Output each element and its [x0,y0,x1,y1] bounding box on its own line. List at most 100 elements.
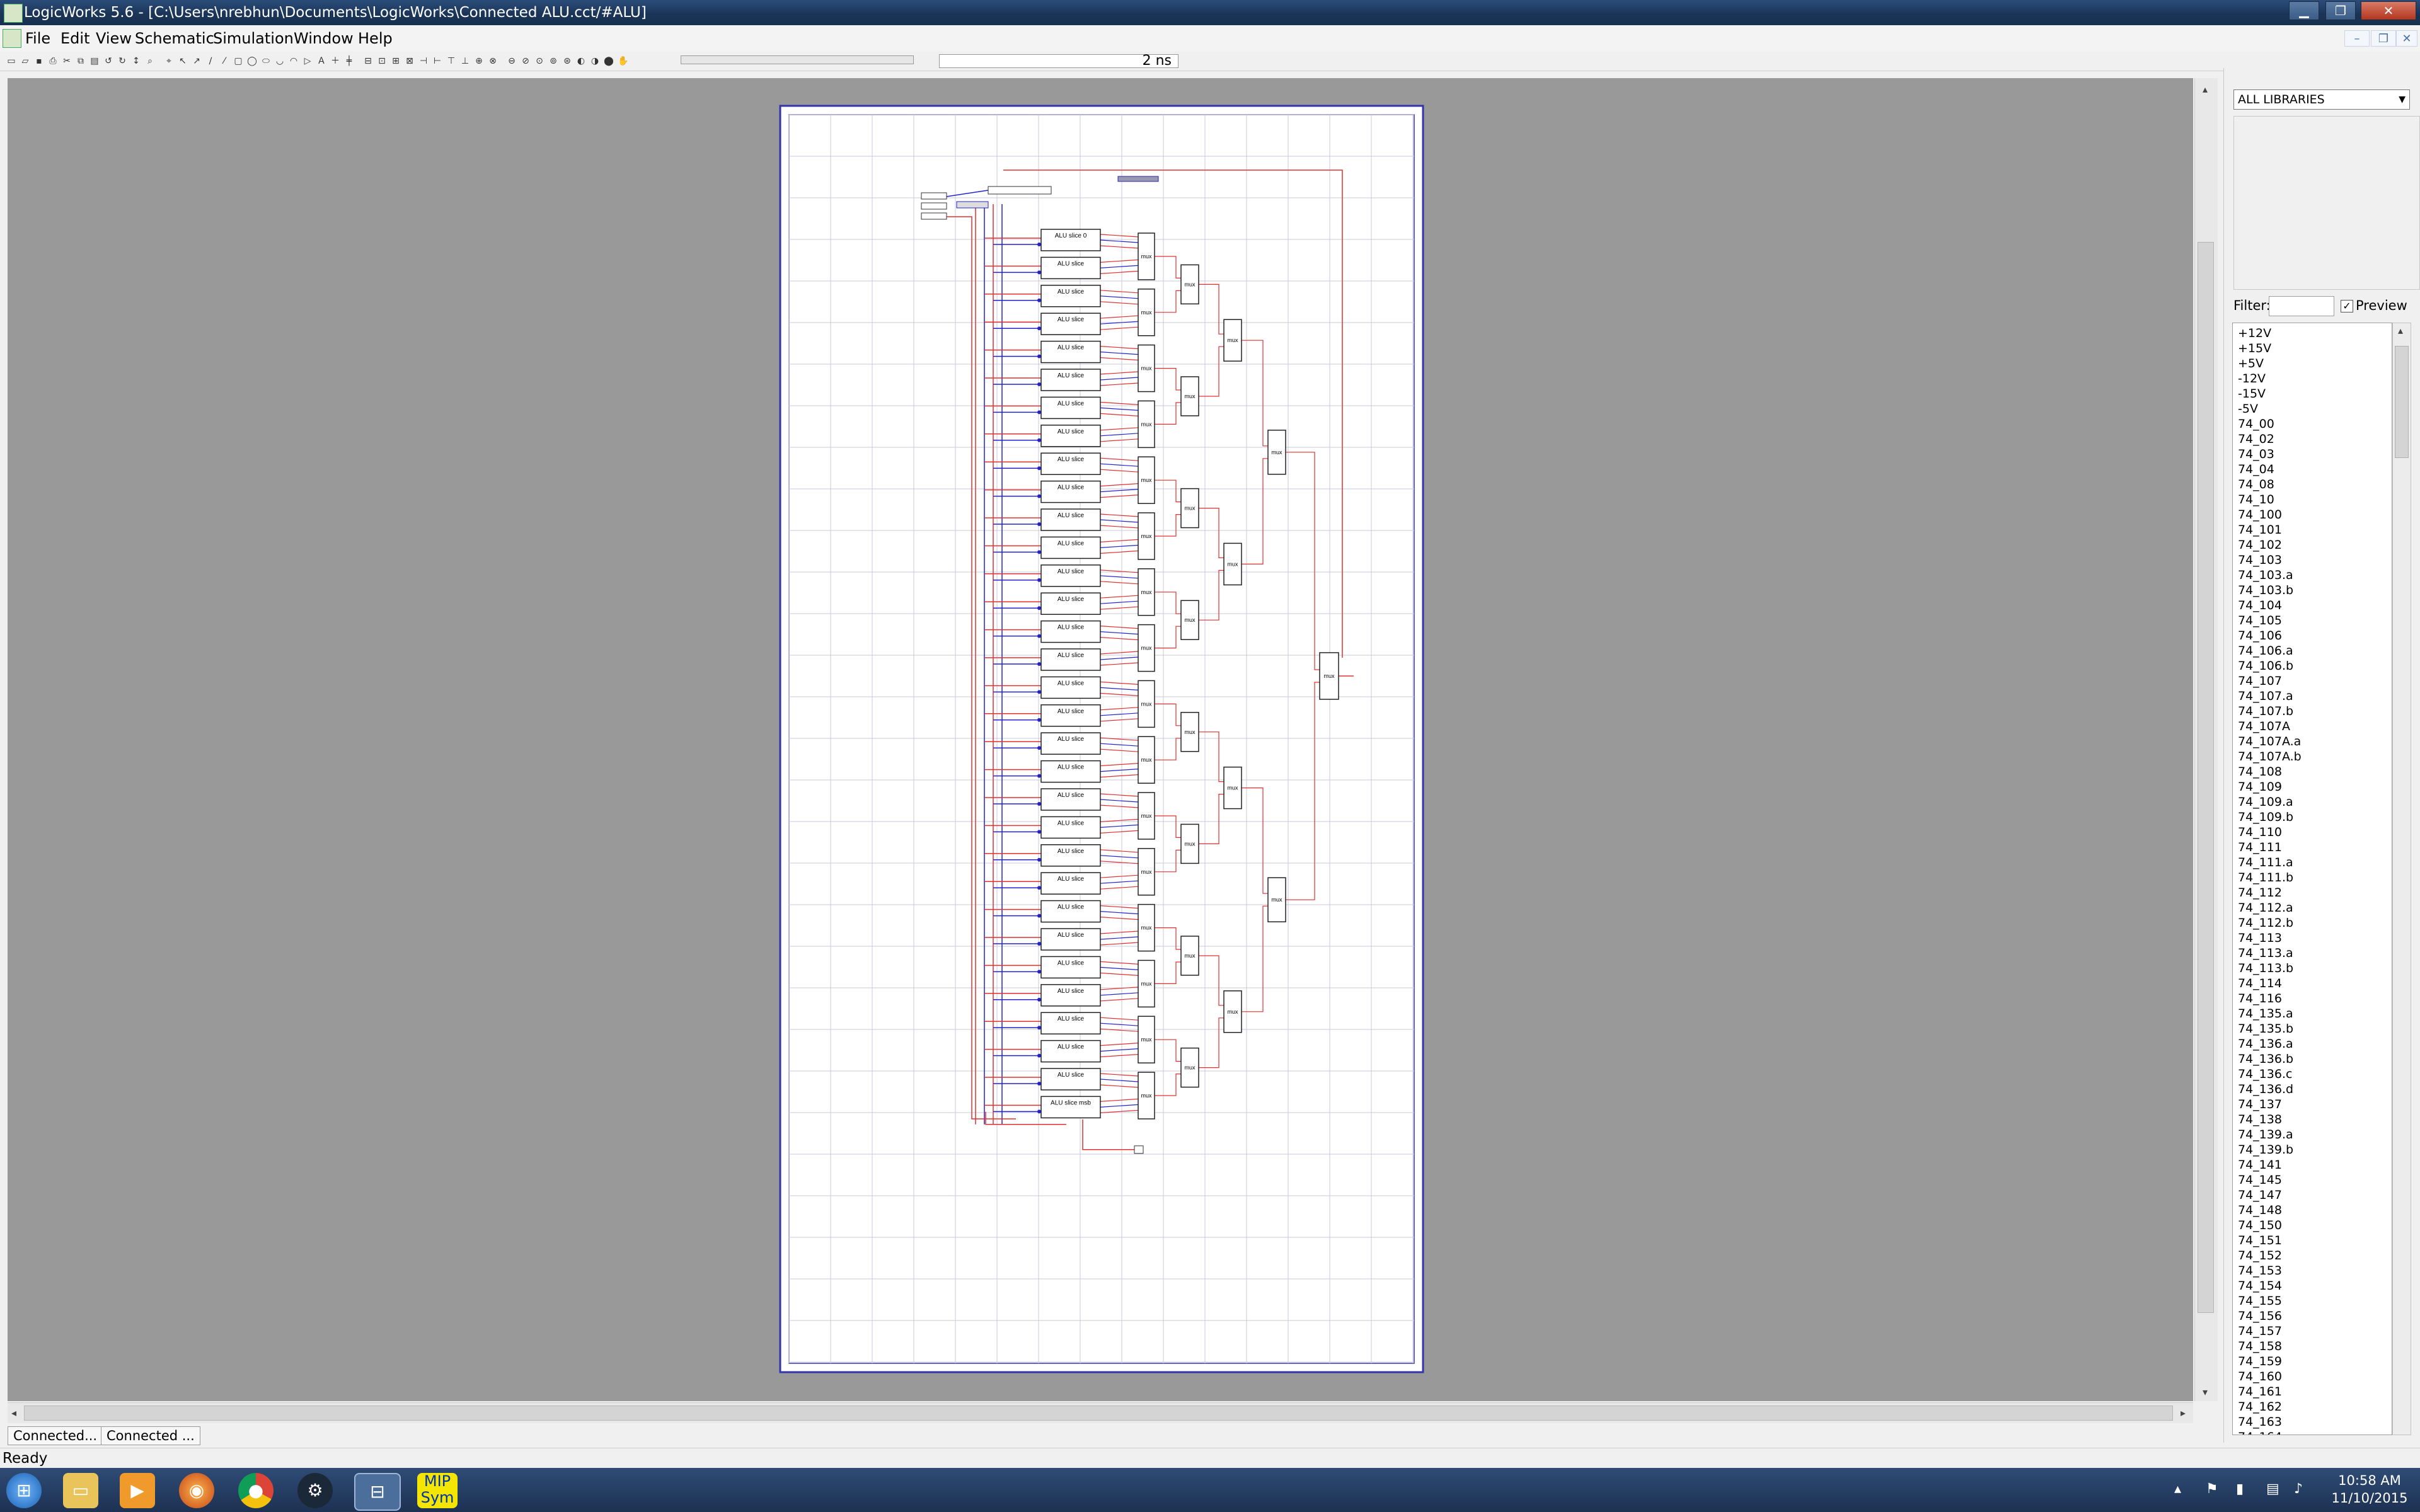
menu-file[interactable]: File [25,29,50,48]
toolbar-tool-icon[interactable]: ∕ [205,55,216,67]
library-list-item[interactable]: 74_158 [2238,1339,2282,1354]
mdi-minimize-button[interactable]: – [2344,30,2370,47]
library-list-item[interactable]: 74_107A.b [2238,749,2302,764]
battery-icon[interactable]: ▮ [2236,1480,2244,1498]
library-list-item[interactable]: 74_109.a [2238,794,2293,810]
library-list-item[interactable]: +5V [2238,356,2264,371]
library-list-item[interactable]: 74_136.c [2238,1067,2292,1082]
library-list-item[interactable]: 74_141 [2238,1157,2282,1172]
toolbar-tool-icon[interactable]: ↖ [178,55,188,67]
library-list-item[interactable]: -15V [2238,386,2266,401]
library-list-item[interactable]: 74_108 [2238,764,2282,779]
library-list-item[interactable]: 74_08 [2238,477,2274,492]
library-list-item[interactable]: 74_100 [2238,507,2282,522]
toolbar-tool-icon[interactable]: ⊠ [405,55,415,67]
library-list-item[interactable]: 74_164 [2238,1429,2282,1435]
library-list-item[interactable]: 74_104 [2238,598,2282,613]
library-list-item[interactable]: 74_00 [2238,416,2274,432]
library-list-item[interactable]: 74_103.b [2238,583,2293,598]
toolbar-tool-icon[interactable]: ▷ [302,55,313,67]
library-list-item[interactable]: 74_150 [2238,1218,2282,1233]
library-scroll-thumb[interactable] [2395,346,2409,458]
library-list-item[interactable]: 74_109 [2238,779,2282,794]
menu-window[interactable]: Window [294,29,354,48]
toolbar-tool-icon[interactable]: ↕ [131,55,141,67]
library-list-item[interactable]: 74_102 [2238,537,2282,553]
scroll-left-arrow[interactable]: ◂ [11,1407,16,1419]
library-list-item[interactable]: 74_155 [2238,1293,2282,1309]
library-part-list[interactable]: +12V +15V +5V -12V -15V -5V 74_00 74_02 74_03 74_… [2232,323,2392,1435]
library-list-item[interactable]: 74_135.b [2238,1021,2293,1036]
library-list-item[interactable]: 74_113.b [2238,961,2293,976]
menu-schematic[interactable]: Schematic [135,29,214,48]
steam-icon[interactable]: ⚙ [297,1473,333,1508]
toolbar-tool-icon[interactable]: ◐ [576,55,586,67]
library-list-item[interactable]: 74_103.a [2238,568,2293,583]
library-list-item[interactable]: 74_112.b [2238,915,2293,931]
toolbar-tool-icon[interactable]: ◯ [247,55,257,67]
library-list-item[interactable]: 74_116 [2238,991,2282,1006]
library-list-item[interactable]: 74_107.a [2238,689,2293,704]
library-list-item[interactable]: 74_136.a [2238,1036,2293,1051]
library-list-item[interactable]: 74_106.a [2238,643,2293,658]
library-list-item[interactable]: 74_157 [2238,1324,2282,1339]
library-list-item[interactable]: 74_145 [2238,1172,2282,1188]
library-list-item[interactable]: 74_139.b [2238,1142,2293,1157]
close-button[interactable]: ✕ [2361,1,2416,20]
library-list-item[interactable]: 74_110 [2238,825,2282,840]
toolbar-tool-icon[interactable]: ⊥ [460,55,470,67]
toolbar-tool-icon[interactable]: ✂ [62,55,72,67]
library-list-item[interactable]: 74_111.b [2238,870,2293,885]
toolbar-tool-icon[interactable]: ⊢ [432,55,442,67]
toolbar-tool-icon[interactable]: ⊞ [391,55,401,67]
library-list-item[interactable]: 74_151 [2238,1233,2282,1248]
toolbar-tool-icon[interactable]: ╪ [344,55,354,67]
library-list-item[interactable]: 74_159 [2238,1354,2282,1369]
toolbar-tool-icon[interactable]: ⊖ [507,55,517,67]
library-list-item[interactable]: 74_111.a [2238,855,2293,870]
horizontal-scrollbar[interactable]: ◂ ▸ [8,1402,2193,1423]
preview-checkbox[interactable]: ✓ [2341,300,2353,312]
toolbar-tool-icon[interactable]: ⊣ [418,55,429,67]
toolbar-tool-icon[interactable]: ⁄ [219,55,229,67]
library-list-item[interactable]: -12V [2238,371,2266,386]
explorer-icon[interactable]: ▭ [63,1473,98,1508]
start-icon[interactable]: ⊞ [6,1473,42,1508]
toolbar-tool-icon[interactable]: ⊡ [377,55,387,67]
toolbar-tool-icon[interactable]: ＋ [330,55,340,67]
vertical-scroll-thumb[interactable] [2198,242,2214,1313]
scroll-up-arrow[interactable]: ▴ [2398,324,2403,336]
toolbar-tool-icon[interactable]: ⎙ [48,55,58,67]
toolbar-tool-icon[interactable]: ⊘ [521,55,531,67]
toolbar-tool-icon[interactable]: ⧉ [76,55,86,67]
library-list-item[interactable]: 74_148 [2238,1203,2282,1218]
library-list-item[interactable]: 74_10 [2238,492,2274,507]
scroll-up-arrow[interactable]: ▴ [2203,83,2208,95]
toolbar-tool-icon[interactable]: ⌖ [164,55,174,67]
menu-edit[interactable]: Edit [60,29,89,48]
library-list-item[interactable]: 74_107A [2238,719,2290,734]
toolbar-tool-icon[interactable]: ⊕ [474,55,484,67]
schematic-canvas[interactable]: ALU slice 0 mux ALU slice ALU slice mux ALU s… [8,78,2193,1401]
library-list-item[interactable]: 74_113 [2238,931,2282,946]
toolbar-tool-icon[interactable]: Ａ [316,55,326,67]
toolbar-tool-icon[interactable]: ⊚ [548,55,558,67]
library-list-item[interactable]: 74_111 [2238,840,2282,855]
toolbar-tool-icon[interactable]: ▢ [233,55,243,67]
library-list-item[interactable]: 74_112 [2238,885,2282,900]
toolbar-tool-icon[interactable]: ⌕ [145,55,155,67]
library-list-item[interactable]: 74_136.d [2238,1082,2293,1097]
logicworks-app-icon[interactable] [4,4,23,23]
mdi-close-button[interactable]: ✕ [2396,30,2417,47]
library-list-item[interactable]: 74_138 [2238,1112,2282,1127]
library-list-item[interactable]: 74_03 [2238,447,2274,462]
library-list-item[interactable]: 74_113.a [2238,946,2293,961]
library-list-item[interactable]: 74_106.b [2238,658,2293,673]
library-list-item[interactable]: +12V [2238,326,2271,341]
restore-button[interactable]: ❐ [2325,1,2356,20]
menu-simulation[interactable]: Simulation [213,29,294,48]
library-list-item[interactable]: 74_112.a [2238,900,2293,915]
library-list-item[interactable]: 74_107A.a [2238,734,2301,749]
schematic-sheet[interactable]: ALU slice 0 mux ALU slice ALU slice mux ALU s… [8,78,2193,1401]
toolbar-tool-icon[interactable]: ⬤ [604,55,614,67]
